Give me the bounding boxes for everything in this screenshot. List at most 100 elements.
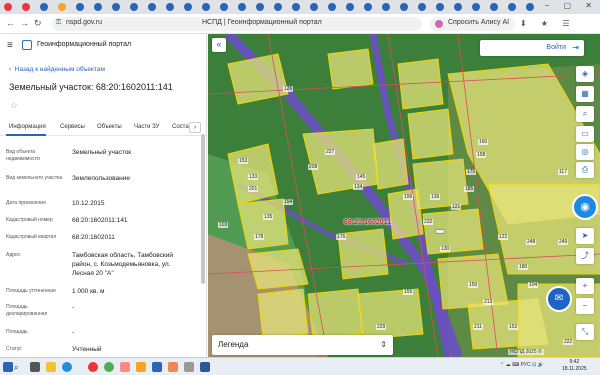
tab-icon[interactable] <box>4 3 12 11</box>
parcel-label[interactable]: 232 <box>423 219 434 225</box>
legend-selector[interactable]: Легенда ⇕ <box>212 335 393 355</box>
parcel-label[interactable]: 117 <box>558 169 568 175</box>
start-icon[interactable] <box>3 362 13 372</box>
tab-information[interactable]: Информация <box>9 124 46 130</box>
parcel-label[interactable]: 178 <box>254 234 265 240</box>
tab-services[interactable]: Сервисы <box>60 124 85 130</box>
parcel-label[interactable]: 152 <box>508 324 519 330</box>
parcel-label[interactable]: 248 <box>526 239 537 245</box>
clock[interactable]: 9:42 18.11.2025 <box>562 359 587 373</box>
parcel-label[interactable]: 155 <box>403 289 414 295</box>
parcel-label[interactable]: 126 <box>283 86 294 92</box>
tab-icon[interactable] <box>472 3 480 11</box>
explorer-icon[interactable] <box>46 362 56 372</box>
window-controls[interactable]: − ▢ ✕ <box>545 1 598 10</box>
tab-icon[interactable] <box>436 3 444 11</box>
tab-icon[interactable] <box>166 3 174 11</box>
app-icon[interactable] <box>152 362 162 372</box>
parcel-label[interactable]: 153 <box>238 158 249 164</box>
parcel-label[interactable]: 160 <box>478 139 489 145</box>
basemap-icon[interactable]: ▦ <box>576 86 594 102</box>
tab-icon[interactable] <box>418 3 426 11</box>
tab-icon[interactable] <box>58 3 66 11</box>
browser-extras[interactable]: ⬇ ★ ☰ <box>520 19 576 28</box>
expand-icon[interactable]: ⤡ <box>576 324 594 340</box>
tab-icon[interactable] <box>148 3 156 11</box>
tab-icon[interactable] <box>382 3 390 11</box>
zoom-out-icon[interactable]: − <box>576 298 594 314</box>
tab-icon[interactable] <box>328 3 336 11</box>
selected-parcel-marker[interactable] <box>435 229 445 234</box>
ruler-icon[interactable]: ▭ <box>576 126 594 142</box>
yandex-browser-icon[interactable] <box>88 362 98 372</box>
parcel-label[interactable]: 196 <box>403 194 414 200</box>
parcel-label[interactable]: 180 <box>518 264 529 270</box>
tab-icon[interactable] <box>454 3 462 11</box>
tab-icon[interactable] <box>310 3 318 11</box>
print-icon[interactable]: ⎙ <box>576 162 594 178</box>
tab-objects[interactable]: Объекты <box>97 124 122 130</box>
taskview-icon[interactable] <box>30 362 40 372</box>
forward-icon[interactable]: → <box>20 18 29 28</box>
tab-parts[interactable]: Части ЗУ <box>134 124 159 130</box>
app-icon[interactable] <box>168 362 178 372</box>
tab-icon[interactable] <box>292 3 300 11</box>
alice-button[interactable]: Спросить Алису AI <box>430 17 516 31</box>
tab-icon[interactable] <box>94 3 102 11</box>
search-icon[interactable]: ⌕ <box>576 106 594 122</box>
tab-icon[interactable] <box>256 3 264 11</box>
parcel-label[interactable]: 201 <box>248 186 259 192</box>
tab-icon[interactable] <box>130 3 138 11</box>
tab-icon[interactable] <box>184 3 192 11</box>
assistant-icon[interactable]: ◉ <box>572 194 598 220</box>
chrome-icon[interactable] <box>104 362 114 372</box>
tab-icon[interactable] <box>346 3 354 11</box>
parcel-label[interactable]: 229 <box>376 324 387 330</box>
select-area-icon[interactable]: ◎ <box>576 144 594 160</box>
tab-icon[interactable] <box>490 3 498 11</box>
tab-icon[interactable] <box>526 3 534 11</box>
parcel-label[interactable]: 134 <box>353 184 364 190</box>
login-icon[interactable]: ⇥ <box>572 43 579 52</box>
parcel-label[interactable]: 154 <box>283 199 294 205</box>
login-button[interactable]: Войти <box>546 44 566 51</box>
tab-icon[interactable] <box>202 3 210 11</box>
system-tray[interactable]: ⌃ ☁ ⌨ РУС ⊡ 🔊 <box>500 362 544 368</box>
parcel-label[interactable]: 135 <box>263 214 274 220</box>
share-icon[interactable]: ⤴ <box>576 248 594 264</box>
parcel-label[interactable]: 136 <box>430 194 441 200</box>
tab-icon[interactable] <box>22 3 30 11</box>
tab-composition[interactable]: Соста <box>172 124 189 130</box>
parcel-label[interactable]: 145 <box>356 174 367 180</box>
app-icon[interactable] <box>184 362 194 372</box>
layers-icon[interactable]: ◈ <box>576 66 594 82</box>
tab-icon[interactable] <box>76 3 84 11</box>
parcel-label[interactable]: 249 <box>558 239 569 245</box>
parcel-label[interactable]: 211 <box>473 324 483 330</box>
edge-icon[interactable] <box>62 362 72 372</box>
zoom-in-icon[interactable]: + <box>576 278 594 294</box>
tab-icon[interactable] <box>112 3 120 11</box>
app-icon[interactable] <box>120 362 130 372</box>
parcel-label[interactable]: 176 <box>336 234 347 240</box>
taskbar-search-icon[interactable]: ⌕ <box>14 363 18 373</box>
reload-icon[interactable]: ↻ <box>34 18 42 29</box>
app-icon[interactable] <box>136 362 146 372</box>
url-field[interactable]: ⚿ nspd.gov.ru НСПД | Геоинформационный п… <box>52 17 422 31</box>
menu-icon[interactable]: ≡ <box>7 40 13 51</box>
tabs-next-arrow-icon[interactable]: › <box>189 122 201 133</box>
tab-icon[interactable] <box>508 3 516 11</box>
favorite-star-icon[interactable]: ☆ <box>10 100 18 111</box>
tab-icon[interactable] <box>220 3 228 11</box>
tab-icon[interactable] <box>274 3 282 11</box>
tab-icon[interactable] <box>364 3 372 11</box>
word-icon[interactable] <box>200 362 210 372</box>
parcel-label[interactable]: 150 <box>468 282 479 288</box>
tab-icon[interactable] <box>238 3 246 11</box>
parcel-label[interactable]: 213 <box>483 299 494 305</box>
tab-icon[interactable] <box>400 3 408 11</box>
parcel-label[interactable]: 222 <box>563 339 574 345</box>
language-indicator[interactable]: РУС <box>521 362 531 368</box>
parcel-label[interactable]: 185 <box>464 186 475 192</box>
collapse-panel-button[interactable]: « <box>212 38 226 52</box>
